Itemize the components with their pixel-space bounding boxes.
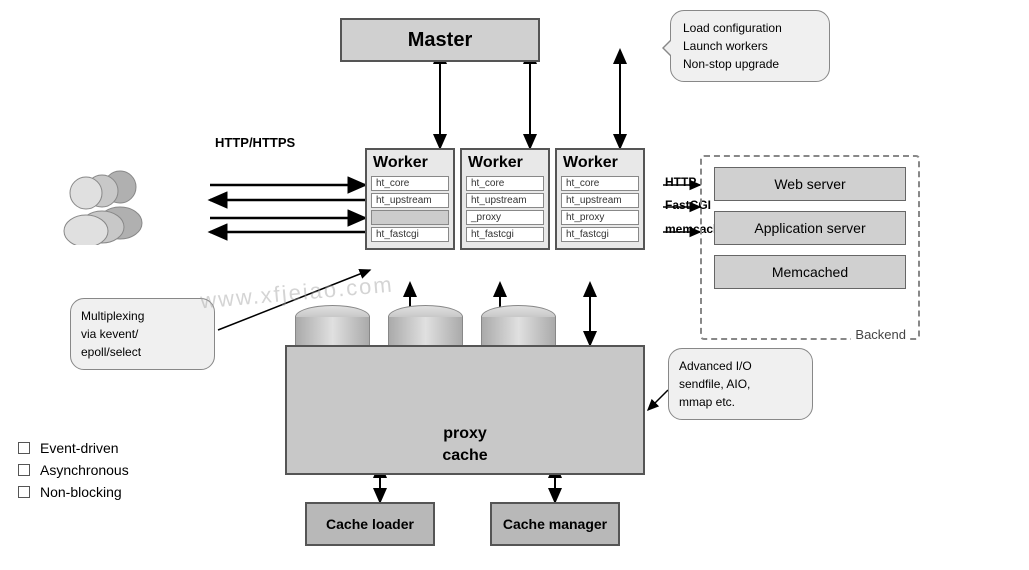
legend-item-2: Asynchronous <box>18 462 129 478</box>
worker1-module-4: ht_fastcgi <box>371 227 449 242</box>
worker3-module-4: ht_fastcgi <box>561 227 639 242</box>
worker3-module-2: ht_upstream <box>561 193 639 208</box>
cache-loader-label: Cache loader <box>326 516 414 532</box>
worker2-module-4: ht_fastcgi <box>466 227 544 242</box>
legend-square-1 <box>18 442 30 454</box>
adv-io-text: Advanced I/Osendfile, AIO,mmap etc. <box>679 359 752 409</box>
worker-title-2: Worker <box>462 150 548 174</box>
adv-io-bubble: Advanced I/Osendfile, AIO,mmap etc. <box>668 348 813 420</box>
worker1-module-2: ht_upstream <box>371 193 449 208</box>
master-box: Master <box>340 18 540 62</box>
proxy-cache-area: proxy cache <box>285 345 645 475</box>
worker2-module-3: _proxy <box>466 210 544 225</box>
proxy-cache-label: proxy <box>443 425 487 443</box>
multiplex-text: Multiplexingvia kevent/epoll/select <box>81 309 144 359</box>
backend-container: Web server Application server Memcached … <box>700 155 920 340</box>
worker3-module-1: ht_core <box>561 176 639 191</box>
cache-loader-box: Cache loader <box>305 502 435 546</box>
backend-label: Backend <box>851 327 910 342</box>
speech-line3: Non-stop upgrade <box>683 57 779 71</box>
app-server-box: Application server <box>714 211 906 245</box>
memcached-box: Memcached <box>714 255 906 289</box>
web-server-box: Web server <box>714 167 906 201</box>
http-label: HTTP <box>665 175 696 189</box>
legend-square-2 <box>18 464 30 476</box>
legend-square-3 <box>18 486 30 498</box>
worker2-module-2: ht_upstream <box>466 193 544 208</box>
users-icon <box>60 165 150 245</box>
diagram-container: Master Load configuration Launch workers… <box>0 0 1029 570</box>
legend-item-1: Event-driven <box>18 440 129 456</box>
worker-title-1: Worker <box>367 150 453 174</box>
legend-label-3: Non-blocking <box>40 484 122 500</box>
master-label: Master <box>408 29 472 52</box>
legend: Event-driven Asynchronous Non-blocking <box>18 440 129 506</box>
legend-label-2: Asynchronous <box>40 462 129 478</box>
proxy-cache-label2: cache <box>442 447 487 465</box>
legend-item-3: Non-blocking <box>18 484 129 500</box>
worker1-module-3 <box>371 210 449 225</box>
cache-manager-box: Cache manager <box>490 502 620 546</box>
speech-line2: Launch workers <box>683 39 768 53</box>
worker-box-2: Worker ht_core ht_upstream _proxy ht_fas… <box>460 148 550 250</box>
speech-line1: Load configuration <box>683 21 782 35</box>
http-https-label: HTTP/HTTPS <box>215 135 295 150</box>
worker-title-3: Worker <box>557 150 643 174</box>
legend-label-1: Event-driven <box>40 440 119 456</box>
speech-bubble: Load configuration Launch workers Non-st… <box>670 10 830 82</box>
worker-box-3: Worker ht_core ht_upstream ht_proxy ht_f… <box>555 148 645 250</box>
worker3-module-3: ht_proxy <box>561 210 639 225</box>
worker2-module-1: ht_core <box>466 176 544 191</box>
multiplex-bubble: Multiplexingvia kevent/epoll/select <box>70 298 215 370</box>
worker1-module-1: ht_core <box>371 176 449 191</box>
cache-manager-label: Cache manager <box>503 516 607 532</box>
worker-box-1: Worker ht_core ht_upstream ht_fastcgi <box>365 148 455 250</box>
